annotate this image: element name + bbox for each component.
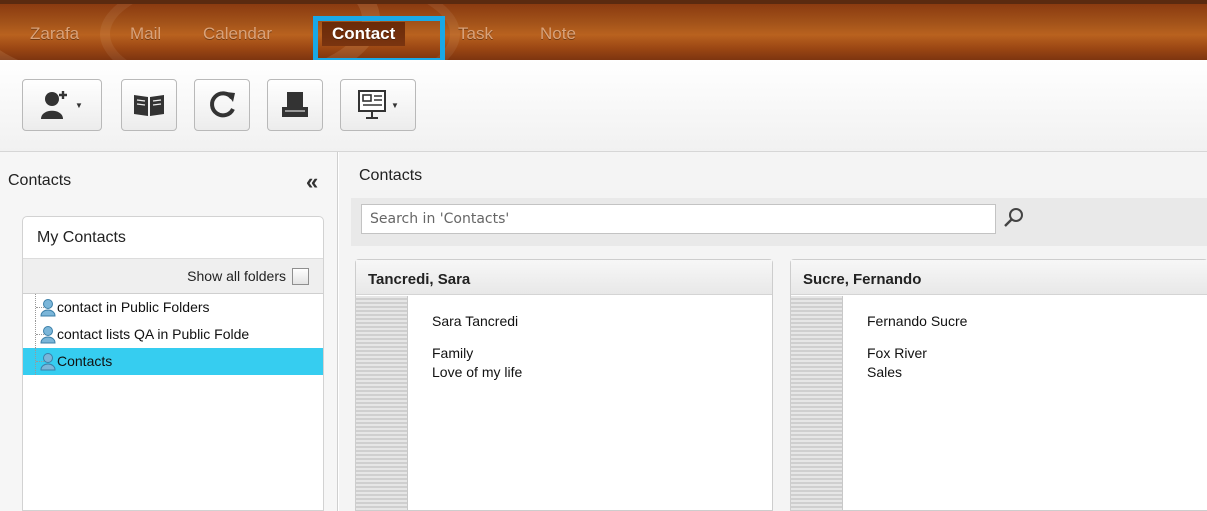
panel-title: Contacts xyxy=(8,172,72,189)
view-title: Contacts xyxy=(359,167,423,184)
folder-item-public-contacts[interactable]: contact in Public Folders xyxy=(23,294,323,321)
new-contact-button[interactable]: ▼ xyxy=(22,79,102,131)
folder-item-contact-lists-qa[interactable]: contact lists QA in Public Folde xyxy=(23,321,323,348)
show-all-folders-checkbox[interactable] xyxy=(292,267,309,285)
search-icon[interactable] xyxy=(1002,206,1026,230)
contact-card[interactable]: Sucre, Fernando Fernando Sucre Fox River… xyxy=(790,259,1207,511)
tree-header: My Contacts xyxy=(23,217,323,259)
new-contact-icon xyxy=(41,91,68,119)
contacts-view: Contacts Tancredi, Sara Sara Tancredi Fa… xyxy=(339,152,1207,511)
contact-card[interactable]: Tancredi, Sara Sara Tancredi Family Love… xyxy=(355,259,773,511)
folder-panel: Contacts « My Contacts Show all folders … xyxy=(0,152,338,511)
folder-item-contacts[interactable]: Contacts xyxy=(23,348,323,375)
contact-detail: Family xyxy=(432,345,474,361)
folder-item-label: Contacts xyxy=(57,353,113,369)
search-bar xyxy=(351,198,1207,246)
contact-full-name: Sara Tancredi xyxy=(432,313,519,329)
tab-task[interactable]: Task xyxy=(458,22,493,46)
address-book-button[interactable] xyxy=(121,79,177,131)
tab-contact[interactable]: Contact xyxy=(322,22,406,46)
refresh-icon xyxy=(210,91,235,118)
contact-folder-icon xyxy=(40,353,56,371)
tab-mail[interactable]: Mail xyxy=(130,22,161,46)
folder-item-label: contact in Public Folders xyxy=(57,299,210,315)
contact-folder-icon xyxy=(40,326,56,344)
tab-calendar[interactable]: Calendar xyxy=(203,22,272,46)
top-navigation-bar: Zarafa Mail Calendar Contact Task Note xyxy=(0,0,1207,60)
print-icon xyxy=(282,92,308,117)
print-button[interactable] xyxy=(267,79,323,131)
contact-card-header: Tancredi, Sara xyxy=(356,260,772,295)
chevron-down-icon: ▼ xyxy=(391,100,399,110)
view-switch-button[interactable]: ▼ xyxy=(340,79,416,131)
contact-full-name: Fernando Sucre xyxy=(867,313,968,329)
contact-detail: Sales xyxy=(867,364,903,380)
card-stripe xyxy=(356,296,408,510)
contact-detail: Fox River xyxy=(867,345,927,361)
refresh-button[interactable] xyxy=(194,79,250,131)
contact-card-header: Sucre, Fernando xyxy=(791,260,1207,295)
view-switch-icon xyxy=(358,90,387,119)
address-book-icon xyxy=(134,95,164,116)
chevron-down-icon: ▼ xyxy=(75,100,83,110)
toolbar: ▼ ▼ xyxy=(0,60,1207,152)
contact-detail: Love of my life xyxy=(432,364,523,380)
search-input[interactable] xyxy=(361,204,996,234)
card-stripe xyxy=(791,296,843,510)
contact-folder-icon xyxy=(40,299,56,317)
tab-zarafa[interactable]: Zarafa xyxy=(30,22,79,46)
folder-item-label: contact lists QA in Public Folde xyxy=(57,326,250,342)
tab-note[interactable]: Note xyxy=(540,22,576,46)
show-all-folders-label: Show all folders xyxy=(187,268,286,284)
my-contacts-tree: My Contacts Show all folders contact in … xyxy=(22,216,324,511)
collapse-icon[interactable]: « xyxy=(306,169,318,195)
show-all-folders-row: Show all folders xyxy=(23,259,323,294)
